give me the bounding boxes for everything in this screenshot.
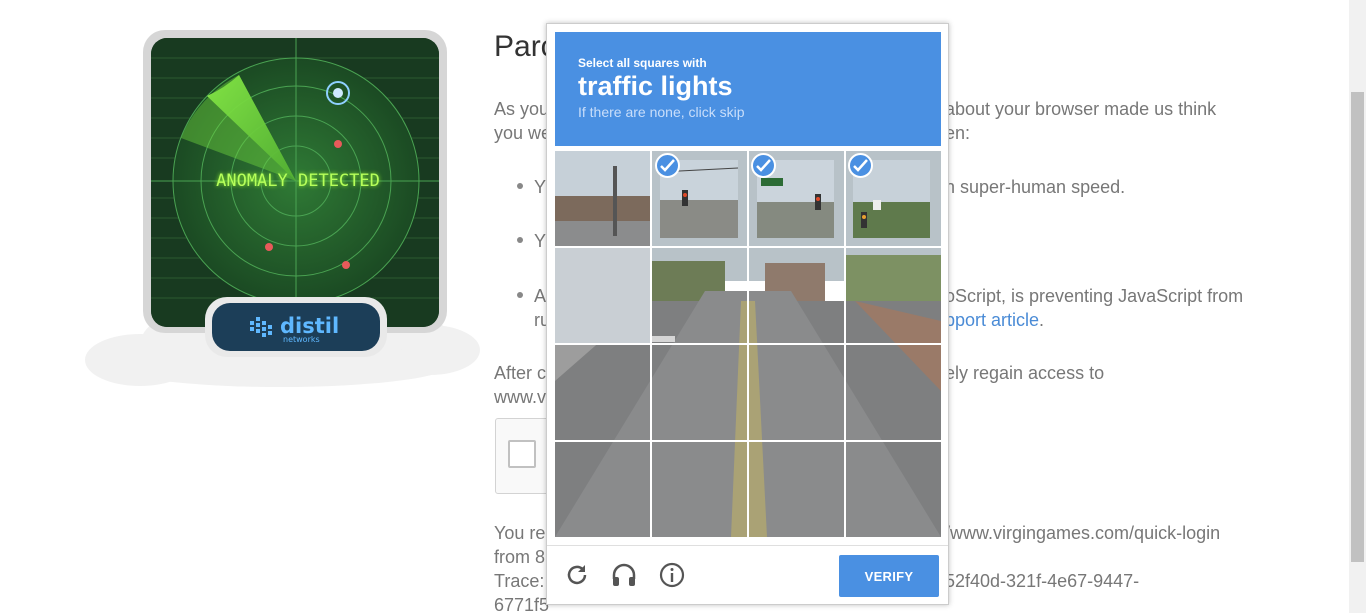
intro-text-left-2: you we (494, 123, 552, 143)
captcha-tile-7[interactable] (845, 248, 941, 344)
captcha-header: Select all squares with traffic lights I… (555, 32, 941, 146)
captcha-tile-9[interactable] (652, 345, 748, 441)
captcha-tile-6[interactable] (749, 248, 845, 344)
intro-text-left: As you (494, 99, 550, 119)
bullet1-text-right: h super-human speed. (945, 177, 1126, 197)
captcha-tile-0[interactable] (555, 151, 651, 247)
page-scrollbar[interactable] (1349, 0, 1366, 613)
verify-button[interactable]: VERIFY (839, 555, 939, 597)
audio-challenge-icon[interactable] (610, 561, 638, 589)
trace-text-right: 52f40d-321f-4e67-9447- (945, 571, 1140, 591)
captcha-challenge-dialog: Select all squares with traffic lights I… (546, 23, 949, 605)
check-icon (655, 153, 680, 178)
support-article-period: . (1039, 310, 1045, 330)
after-text-right: ely regain access to (945, 363, 1105, 383)
trace-text-left-2: 6771f5 (494, 595, 550, 613)
scrollbar-thumb[interactable] (1351, 92, 1364, 562)
intro-text-right: about your browser made us think (945, 99, 1217, 119)
tile-image (555, 151, 651, 247)
info-icon[interactable] (658, 561, 686, 589)
radar-screen: ANOMALY DETECTED (151, 38, 439, 327)
bullet3-text-right: oScript, is preventing JavaScript from (945, 286, 1244, 306)
captcha-footer: VERIFY (547, 545, 948, 604)
grid-divider (555, 246, 941, 248)
captcha-instruction: Select all squares with (578, 56, 707, 70)
after-text-left: After c (494, 363, 547, 383)
grid-divider (555, 343, 941, 345)
support-article-link[interactable]: pport article (945, 310, 1039, 330)
captcha-tile-11[interactable] (845, 345, 941, 441)
reached-text-right: /www.virgingames.com/quick-login (945, 523, 1221, 543)
list-bullet (517, 183, 523, 189)
captcha-image-grid (555, 151, 941, 537)
captcha-target: traffic lights (578, 71, 733, 101)
captcha-tile-4[interactable] (555, 248, 651, 344)
grid-divider (555, 440, 941, 442)
trace-text-left: Trace: (494, 571, 545, 591)
bullet3-text-left: A (534, 286, 547, 306)
list-bullet (517, 292, 523, 298)
check-icon (848, 153, 873, 178)
anomaly-detected-label: ANOMALY DETECTED (216, 171, 380, 191)
recaptcha-checkbox[interactable] (508, 440, 536, 468)
support-article-text: pport article. (945, 308, 1044, 332)
captcha-tile-14[interactable] (749, 442, 845, 537)
captcha-tile-8[interactable] (555, 345, 651, 441)
bullet2-text-left: Y (534, 231, 547, 251)
list-bullet (517, 237, 523, 243)
captcha-tile-12[interactable] (555, 442, 651, 537)
captcha-tile-13[interactable] (652, 442, 748, 537)
captcha-hint: If there are none, click skip (578, 104, 745, 120)
check-icon (751, 153, 776, 178)
reload-icon[interactable] (563, 561, 591, 589)
bullet1-text-left: Y (534, 177, 547, 197)
after-text-left-2: www.v (494, 387, 547, 407)
captcha-tile-15[interactable] (845, 442, 941, 537)
brand-subtitle: networks (283, 335, 320, 344)
from-text-left: from 8 (494, 547, 546, 567)
reached-text-left: You re (494, 523, 546, 543)
captcha-tile-10[interactable] (749, 345, 845, 441)
captcha-tile-5[interactable] (652, 248, 748, 344)
